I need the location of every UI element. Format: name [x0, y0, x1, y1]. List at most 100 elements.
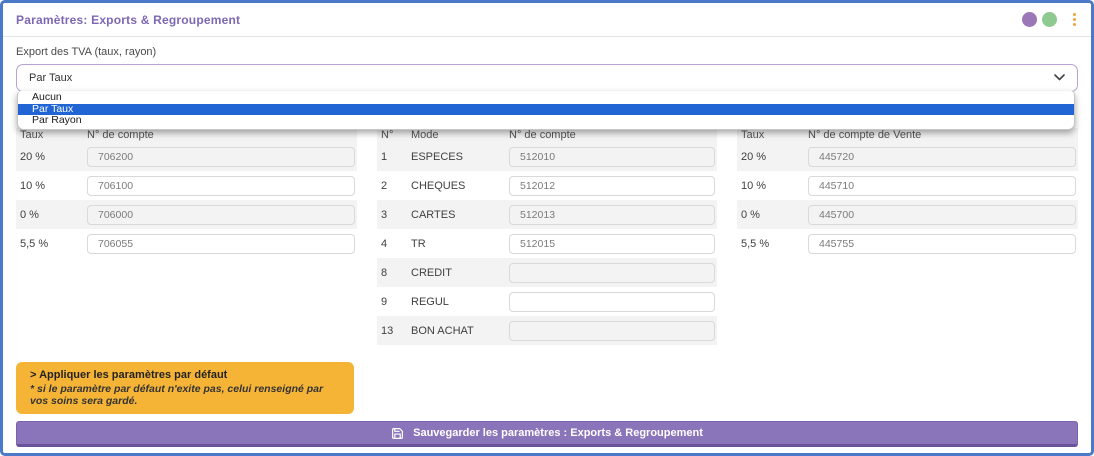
header-compte: N° de compte: [87, 129, 357, 141]
purchase-account-input[interactable]: [87, 205, 355, 225]
mode-account-input[interactable]: [509, 234, 715, 254]
dropdown-option[interactable]: Par Taux: [18, 104, 1074, 116]
tva-purchase-table-header: TauxN° de compte: [16, 128, 357, 142]
purchase-account-input-cell: [87, 147, 357, 167]
mode-label: REGUL: [411, 296, 509, 308]
taux-label: 5,5 %: [737, 238, 808, 250]
mode-account-input[interactable]: [509, 205, 715, 225]
mode-account-input[interactable]: [509, 321, 715, 341]
table-row: 1ESPECES: [377, 142, 717, 171]
table-row: 20 %: [16, 142, 357, 171]
taux-label: 10 %: [737, 180, 808, 192]
payment-modes-table-header: N°ModeN° de compte: [377, 128, 717, 142]
table-row: 5,5 %: [16, 229, 357, 258]
header-compte: N° de compte: [509, 129, 717, 141]
sales-account-input[interactable]: [808, 234, 1076, 254]
mode-account-input-cell: [509, 292, 717, 312]
table-row: 8CREDIT: [377, 258, 717, 287]
sales-account-input-cell: [808, 147, 1078, 167]
page-title: Paramètres: Exports & Regroupement: [16, 13, 240, 27]
table-row: 4TR: [377, 229, 717, 258]
apply-defaults-link[interactable]: > Appliquer les paramètres par défaut: [30, 369, 342, 381]
sales-account-input[interactable]: [808, 205, 1076, 225]
purchase-account-input[interactable]: [87, 234, 355, 254]
taux-label: 10 %: [16, 180, 87, 192]
mode-account-input[interactable]: [509, 147, 715, 167]
mode-number: 3: [377, 209, 411, 221]
purchase-account-input-cell: [87, 205, 357, 225]
status-dot-green[interactable]: [1042, 12, 1057, 27]
chevron-down-icon: [1054, 72, 1065, 84]
export-tva-selected-value: Par Taux: [29, 72, 72, 84]
table-row: 3CARTES: [377, 200, 717, 229]
sales-account-input-cell: [808, 234, 1078, 254]
export-tva-label: Export des TVA (taux, rayon): [16, 46, 1078, 60]
tva-sales-table-header: TauxN° de compte de Vente: [737, 128, 1078, 142]
table-row: 10 %: [16, 171, 357, 200]
mode-number: 1: [377, 151, 411, 163]
export-tva-select[interactable]: Par Taux: [16, 64, 1078, 92]
mode-label: BON ACHAT: [411, 325, 509, 337]
export-tva-dropdown-list: AucunPar TauxPar Rayon: [17, 91, 1075, 130]
mode-account-input[interactable]: [509, 263, 715, 283]
header-actions: [1022, 11, 1078, 28]
table-row: 0 %: [16, 200, 357, 229]
header-compte: N° de compte de Vente: [808, 129, 1078, 141]
mode-number: 4: [377, 238, 411, 250]
taux-label: 20 %: [737, 151, 808, 163]
mode-label: CREDIT: [411, 267, 509, 279]
purchase-account-input[interactable]: [87, 147, 355, 167]
table-row: 2CHEQUES: [377, 171, 717, 200]
taux-label: 5,5 %: [16, 238, 87, 250]
header-mode: Mode: [411, 129, 509, 141]
mode-number: 9: [377, 296, 411, 308]
mode-account-input[interactable]: [509, 176, 715, 196]
mode-account-input-cell: [509, 321, 717, 341]
tva-purchase-table: TauxN° de compte 20 % 10 % 0 % 5,5 %: [16, 128, 357, 345]
settings-window: Paramètres: Exports & Regroupement Expor…: [0, 0, 1094, 456]
table-row: 5,5 %: [737, 229, 1078, 258]
purchase-account-input[interactable]: [87, 176, 355, 196]
taux-label: 20 %: [16, 151, 87, 163]
table-row: 10 %: [737, 171, 1078, 200]
sales-account-input[interactable]: [808, 176, 1076, 196]
defaults-notice-hint: * si le paramètre par défaut n'exite pas…: [30, 383, 342, 407]
mode-account-input-cell: [509, 147, 717, 167]
mode-number: 2: [377, 180, 411, 192]
taux-label: 0 %: [737, 209, 808, 221]
mode-account-input-cell: [509, 263, 717, 283]
sales-account-input-cell: [808, 176, 1078, 196]
save-button-label: Sauvegarder les paramètres : Exports & R…: [413, 427, 703, 439]
defaults-notice[interactable]: > Appliquer les paramètres par défaut * …: [16, 362, 354, 414]
save-settings-button[interactable]: Sauvegarder les paramètres : Exports & R…: [16, 421, 1078, 447]
tva-sales-table: TauxN° de compte de Vente 20 % 10 % 0 % 5,5…: [737, 128, 1078, 345]
status-dot-purple[interactable]: [1022, 12, 1037, 27]
table-row: 9REGUL: [377, 287, 717, 316]
window-header: Paramètres: Exports & Regroupement: [3, 3, 1091, 37]
mode-number: 8: [377, 267, 411, 279]
payment-modes-table: N°ModeN° de compte 1ESPECES2CHEQUES3CART…: [377, 128, 717, 345]
header-num: N°: [377, 129, 411, 141]
mode-label: TR: [411, 238, 509, 250]
mode-account-input-cell: [509, 176, 717, 196]
taux-label: 0 %: [16, 209, 87, 221]
mode-label: CARTES: [411, 209, 509, 221]
mode-account-input[interactable]: [509, 292, 715, 312]
mode-label: CHEQUES: [411, 180, 509, 192]
dropdown-option[interactable]: Aucun: [18, 92, 1074, 104]
mode-account-input-cell: [509, 234, 717, 254]
dropdown-option[interactable]: Par Rayon: [18, 115, 1074, 127]
mode-label: ESPECES: [411, 151, 509, 163]
mode-account-input-cell: [509, 205, 717, 225]
mode-number: 13: [377, 325, 411, 337]
purchase-account-input-cell: [87, 234, 357, 254]
purchase-account-input-cell: [87, 176, 357, 196]
table-row: 0 %: [737, 200, 1078, 229]
save-floppy-icon: [391, 427, 404, 440]
table-row: 20 %: [737, 142, 1078, 171]
kebab-menu-icon[interactable]: [1071, 11, 1078, 28]
sales-account-input[interactable]: [808, 147, 1076, 167]
table-row: 13BON ACHAT: [377, 316, 717, 345]
header-taux: Taux: [16, 129, 87, 141]
accounts-tables: TauxN° de compte 20 %10 %0 %5,5 % N°Mode…: [16, 128, 1078, 345]
